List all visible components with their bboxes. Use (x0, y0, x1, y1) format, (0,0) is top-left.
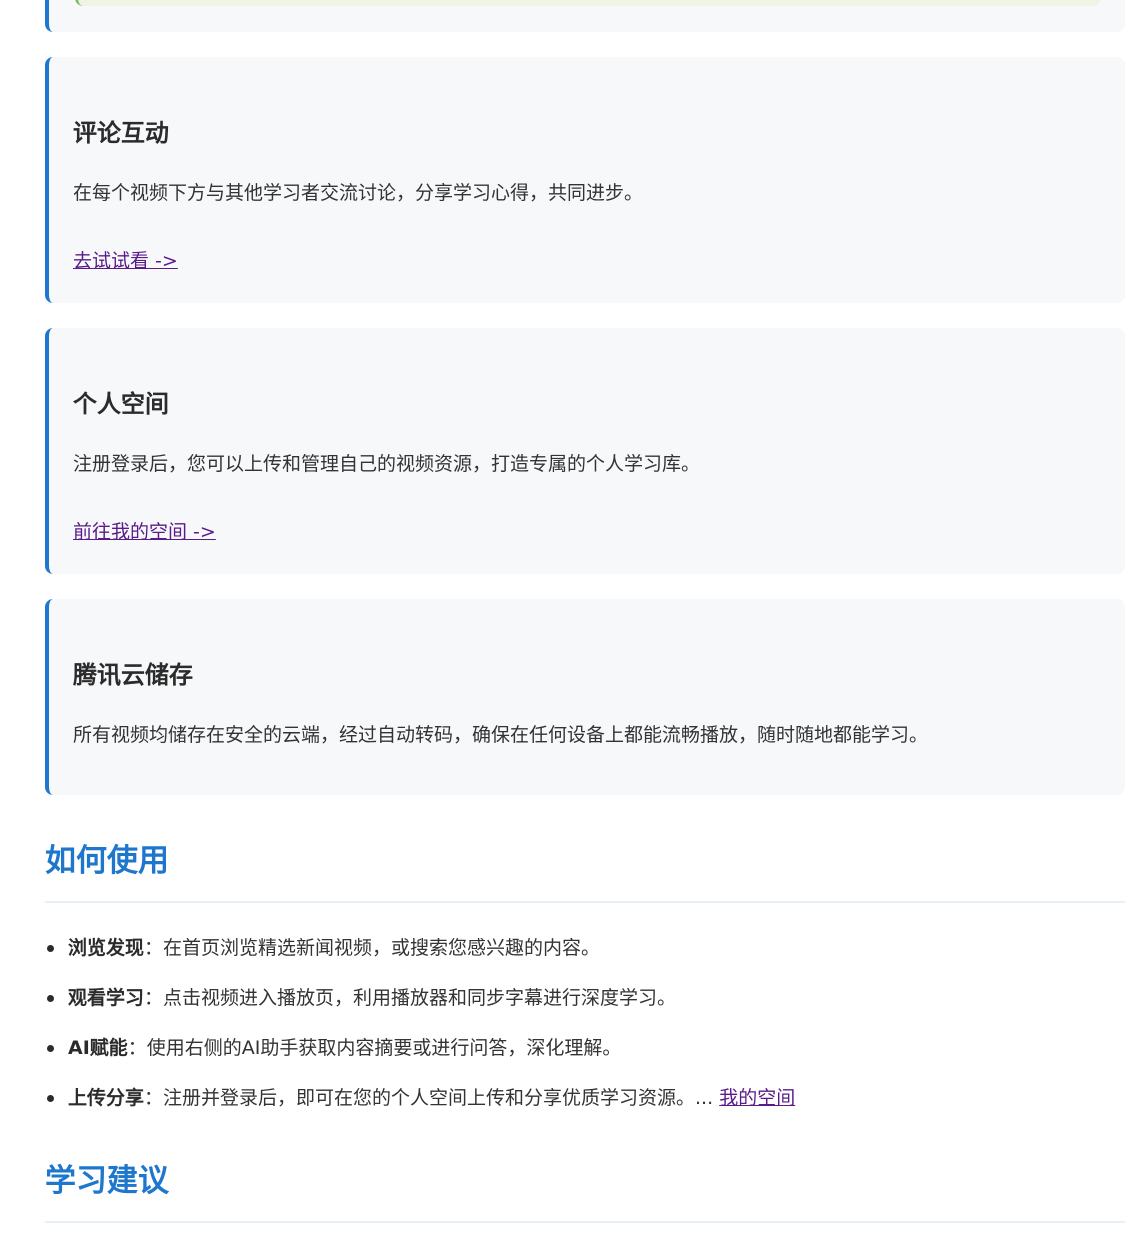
how-to-use-list: 浏览发现：在首页浏览精选新闻视频，或搜索您感兴趣的内容。 观看学习：点击视频进入… (45, 930, 1125, 1130)
feature-card-comments: 评论互动 在每个视频下方与其他学习者交流讨论，分享学习心得，共同进步。 去试试看… (45, 57, 1125, 303)
feature-title: 个人空间 (73, 390, 169, 418)
list-item: 浏览发现：在首页浏览精选新闻视频，或搜索您感兴趣的内容。 (45, 930, 1125, 980)
section-divider (45, 1221, 1125, 1223)
list-item-label: 上传分享 (68, 1087, 145, 1109)
feature-title: 评论互动 (73, 119, 169, 147)
my-space-inline-link[interactable]: 我的空间 (719, 1087, 795, 1109)
list-item: AI赋能：使用右侧的AI助手获取内容摘要或进行问答，深化理解。 (45, 1030, 1125, 1080)
section-title-learning-tips: 学习建议 (45, 1163, 169, 1199)
list-item: 上传分享：注册并登录后，即可在您的个人空间上传和分享优质学习资源。... 我的空… (45, 1080, 1125, 1130)
try-it-link[interactable]: 去试试看 -> (73, 247, 178, 275)
bullet-icon (47, 995, 54, 1002)
bullet-icon (47, 945, 54, 952)
tip-box (75, 0, 1101, 6)
page: 评论互动 在每个视频下方与其他学习者交流讨论，分享学习心得，共同进步。 去试试看… (0, 0, 1130, 1238)
list-item-text: ：使用右侧的AI助手获取内容摘要或进行问答，深化理解。 (127, 1037, 622, 1059)
list-item-text: ：点击视频进入播放页，利用播放器和同步字幕进行深度学习。 (144, 987, 677, 1009)
bullet-icon (47, 1095, 54, 1102)
feature-title: 腾讯云储存 (73, 661, 193, 689)
list-item-label: AI赋能 (68, 1037, 128, 1059)
feature-description: 注册登录后，您可以上传和管理自己的视频资源，打造专属的个人学习库。 (73, 453, 701, 475)
section-title-how-to-use: 如何使用 (45, 843, 169, 879)
feature-description: 所有视频均储存在安全的云端，经过自动转码，确保在任何设备上都能流畅播放，随时随地… (73, 724, 929, 746)
feature-description: 在每个视频下方与其他学习者交流讨论，分享学习心得，共同进步。 (73, 182, 644, 204)
list-item-label: 观看学习 (68, 987, 145, 1009)
feature-card-partial (45, 0, 1125, 32)
list-item-text: ：在首页浏览精选新闻视频，或搜索您感兴趣的内容。 (144, 937, 601, 959)
list-item-label: 浏览发现 (68, 937, 145, 959)
section-divider (45, 901, 1125, 903)
list-item-text: ：注册并登录后，即可在您的个人空间上传和分享优质学习资源。... (144, 1087, 720, 1109)
list-item: 观看学习：点击视频进入播放页，利用播放器和同步字幕进行深度学习。 (45, 980, 1125, 1030)
bullet-icon (47, 1045, 54, 1052)
my-space-link[interactable]: 前往我的空间 -> (73, 518, 216, 546)
feature-card-personal-space: 个人空间 注册登录后，您可以上传和管理自己的视频资源，打造专属的个人学习库。 前… (45, 328, 1125, 574)
feature-card-cloud-storage: 腾讯云储存 所有视频均储存在安全的云端，经过自动转码，确保在任何设备上都能流畅播… (45, 599, 1125, 795)
